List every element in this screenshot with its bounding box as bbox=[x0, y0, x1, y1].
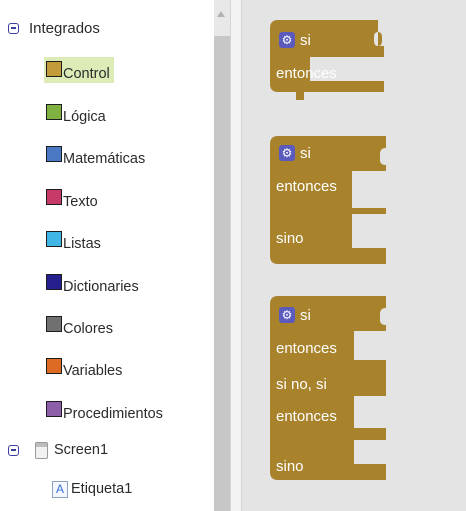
lists-color-swatch-icon bbox=[46, 231, 62, 247]
if-then-else-block[interactable]: ⚙ si entonces sino bbox=[270, 136, 390, 276]
category-label: Texto bbox=[63, 194, 98, 210]
variables-color-swatch-icon bbox=[46, 358, 62, 374]
block-keyword-si: si bbox=[300, 145, 311, 162]
tree-node-label: Etiqueta1 bbox=[71, 481, 133, 497]
colors-color-swatch-icon bbox=[46, 316, 62, 332]
category-matematicas[interactable]: Matemáticas bbox=[44, 142, 149, 168]
mutator-gear-icon[interactable]: ⚙ bbox=[279, 32, 295, 48]
tree-node-screen1[interactable]: Screen1 bbox=[8, 438, 108, 462]
text-color-swatch-icon bbox=[46, 189, 62, 205]
category-dictionaries[interactable]: Dictionaries bbox=[44, 270, 143, 296]
block-keyword-entonces: entonces bbox=[276, 178, 337, 195]
category-procedimientos[interactable]: Procedimientos bbox=[44, 397, 167, 423]
category-label: Variables bbox=[63, 363, 123, 379]
panel-splitter[interactable] bbox=[230, 0, 242, 511]
procedures-color-swatch-icon bbox=[46, 401, 62, 417]
tree-node-label: Screen1 bbox=[54, 442, 109, 458]
tree-node-integrados[interactable]: Integrados bbox=[8, 16, 100, 40]
category-label: Procedimientos bbox=[63, 406, 163, 422]
mutator-gear-icon[interactable]: ⚙ bbox=[279, 145, 295, 161]
category-texto[interactable]: Texto bbox=[44, 185, 102, 211]
scroll-up-arrow-icon[interactable] bbox=[217, 11, 225, 17]
blocks-tree-panel: Integrados Control Lógica Matemáticas Te… bbox=[0, 0, 214, 511]
category-label: Listas bbox=[63, 236, 101, 252]
control-color-swatch-icon bbox=[46, 61, 62, 77]
tree-scrollbar[interactable] bbox=[214, 0, 230, 511]
label-component-icon: A bbox=[52, 480, 68, 498]
category-logica[interactable]: Lógica bbox=[44, 100, 110, 126]
collapse-toggle-icon[interactable] bbox=[8, 22, 19, 34]
if-then-block[interactable]: ⚙ si entonces bbox=[270, 20, 390, 110]
category-control[interactable]: Control bbox=[44, 57, 114, 83]
category-label: Control bbox=[63, 66, 110, 82]
category-variables[interactable]: Variables bbox=[44, 354, 126, 380]
mutator-gear-icon[interactable]: ⚙ bbox=[279, 307, 295, 323]
category-colores[interactable]: Colores bbox=[44, 312, 117, 338]
tree-node-etiqueta1[interactable]: A Etiqueta1 bbox=[52, 477, 132, 501]
block-keyword-sino: sino bbox=[276, 458, 304, 475]
logic-color-swatch-icon bbox=[46, 104, 62, 120]
collapse-toggle-icon[interactable] bbox=[8, 444, 19, 456]
scrollbar-thumb[interactable] bbox=[214, 36, 230, 511]
category-label: Dictionaries bbox=[63, 279, 139, 295]
block-keyword-si: si bbox=[300, 307, 311, 324]
category-label: Colores bbox=[63, 321, 113, 337]
block-keyword-entonces: entonces bbox=[276, 408, 337, 425]
if-elseif-else-block[interactable]: ⚙ si entonces si no, si entonces sino bbox=[270, 296, 390, 496]
block-keyword-entonces: entonces bbox=[276, 340, 337, 357]
tree-node-label: Integrados bbox=[29, 19, 100, 37]
dictionaries-color-swatch-icon bbox=[46, 274, 62, 290]
block-keyword-sino: sino bbox=[276, 230, 304, 247]
block-keyword-entonces: entonces bbox=[276, 65, 337, 82]
block-keyword-si: si bbox=[300, 32, 311, 49]
math-color-swatch-icon bbox=[46, 146, 62, 162]
screen-icon bbox=[35, 441, 48, 459]
block-keyword-si-no-si: si no, si bbox=[276, 376, 327, 393]
category-label: Matemáticas bbox=[63, 151, 146, 167]
category-listas[interactable]: Listas bbox=[44, 227, 105, 253]
category-label: Lógica bbox=[63, 109, 106, 125]
